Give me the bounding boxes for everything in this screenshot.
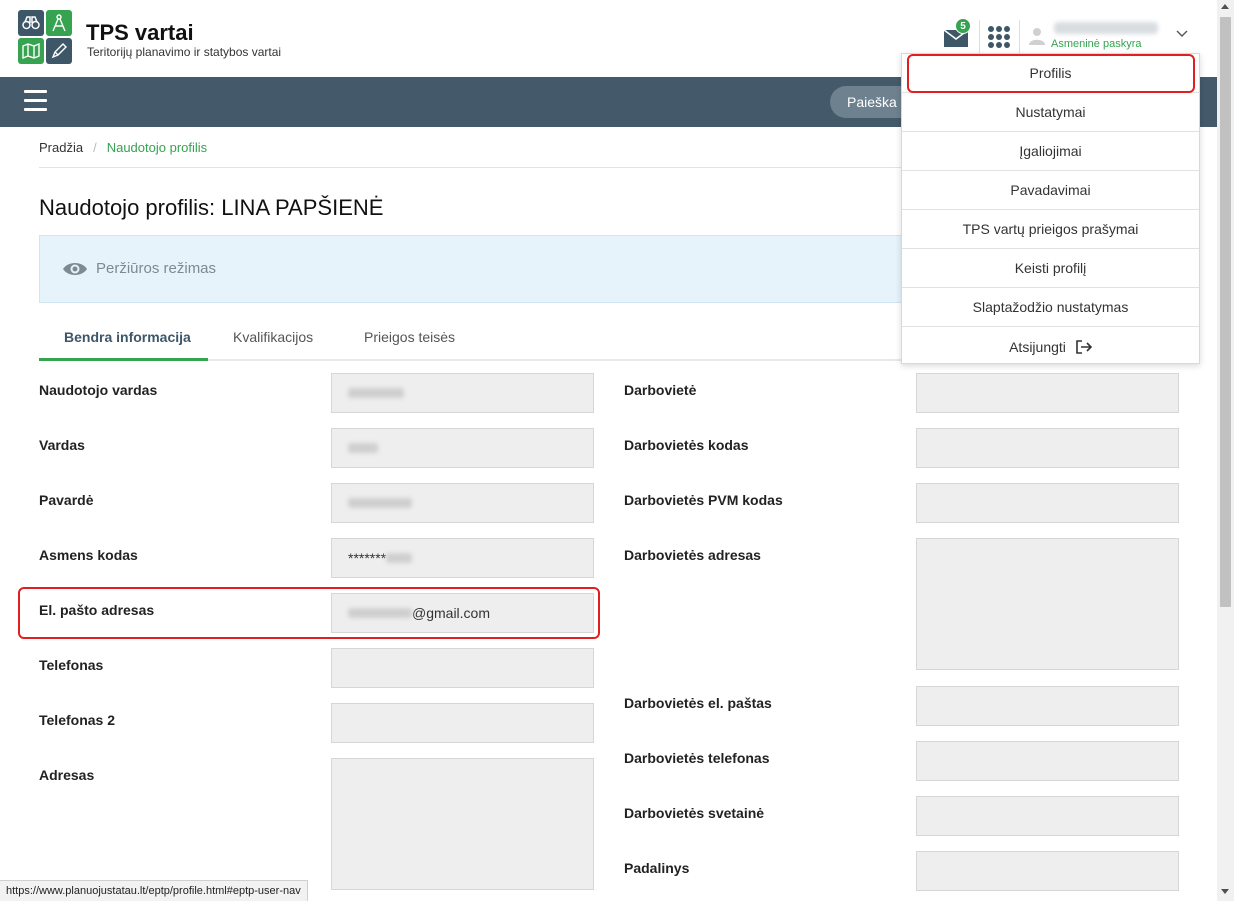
tab-general-info[interactable]: Bendra informacija [64,329,191,345]
redacted-value [348,388,404,398]
logout-label: Atsijungti [1009,338,1066,355]
personal-code-field[interactable]: ******* [331,538,594,578]
department-field[interactable] [916,851,1179,891]
account-type[interactable]: Asmeninė paskyra [1051,38,1142,50]
menu-item-change-profile[interactable]: Keisti profilį [902,249,1199,288]
browser-status-bar: https://www.planuojustatau.lt/eptp/profi… [0,880,308,901]
field-label-username: Naudotojo vardas [39,382,158,398]
workplace-address-field[interactable] [916,538,1179,670]
tab-access-rights[interactable]: Prieigos teisės [364,329,455,345]
field-label-workplace-code: Darbovietės kodas [624,437,749,453]
username-field[interactable] [331,373,594,413]
scroll-down-arrow-icon[interactable] [1221,889,1229,894]
brand-subtitle: Teritorijų planavimo ir statybos vartai [87,45,282,59]
menu-item-substitutions[interactable]: Pavadavimai [902,171,1199,210]
user-name-redacted [1054,22,1158,34]
field-label-workplace-address: Darbovietės adresas [624,547,761,563]
field-label-phone: Telefonas [39,657,104,673]
workplace-email-field[interactable] [916,686,1179,726]
field-label-address: Adresas [39,767,95,783]
tab-qualifications[interactable]: Kvalifikacijos [233,329,313,345]
field-label-workplace-vat: Darbovietės PVM kodas [624,492,783,508]
phone-2-field[interactable] [331,703,594,743]
personal-code-value: ******* [348,550,387,566]
field-label-department: Padalinys [624,860,690,876]
workplace-code-field[interactable] [916,428,1179,468]
view-mode-notice: Peržiūros režimas [39,235,919,303]
breadcrumb-divider [39,167,919,168]
logout-icon [1076,339,1092,354]
view-mode-text: Peržiūros režimas [96,260,217,277]
apps-grid-icon[interactable] [988,26,1010,48]
map-icon [18,38,44,64]
eye-icon [63,263,87,275]
breadcrumb-separator: / [93,140,97,155]
header-divider [1019,20,1020,54]
profile-tabs: Bendra informacija Kvalifikacijos Prieig… [39,320,919,361]
field-label-workplace-website: Darbovietės svetainė [624,805,765,821]
field-label-last-name: Pavardė [39,492,94,508]
field-label-workplace-email: Darbovietės el. paštas [624,695,772,711]
workplace-vat-field[interactable] [916,483,1179,523]
breadcrumb: Pradžia / Naudotojo profilis [39,140,207,155]
field-label-personal-code: Asmens kodas [39,547,138,563]
menu-item-access-requests[interactable]: TPS vartų prieigos prašymai [902,210,1199,249]
scrollbar-thumb[interactable] [1220,17,1231,607]
brand-title[interactable]: TPS vartai [86,20,194,46]
pen-icon [46,38,72,64]
scroll-up-arrow-icon[interactable] [1221,4,1229,9]
field-label-workplace-phone: Darbovietės telefonas [624,750,770,766]
breadcrumb-current: Naudotojo profilis [106,140,208,155]
chevron-down-icon[interactable] [1176,30,1188,38]
field-label-workplace: Darbovietė [624,382,697,398]
menu-item-settings[interactable]: Nustatymai [902,93,1199,132]
workplace-phone-field[interactable] [916,741,1179,781]
compass-icon [46,10,72,36]
redacted-value [348,498,412,508]
workplace-field[interactable] [916,373,1179,413]
user-dropdown-menu: Profilis Nustatymai Įgaliojimai Pavadavi… [901,53,1200,364]
user-icon [1029,28,1045,45]
address-field[interactable] [331,758,594,890]
phone-field[interactable] [331,648,594,688]
menu-item-password-settings[interactable]: Slaptažodžio nustatymas [902,288,1199,327]
logo[interactable] [18,10,72,64]
page-title: Naudotojo profilis: LINA PAPŠIENĖ [39,195,384,220]
field-label-phone-2: Telefonas 2 [39,712,115,728]
mail-count-badge: 5 [955,18,971,34]
profile-highlight-box [907,54,1195,93]
hamburger-menu-icon[interactable] [24,90,47,112]
email-highlight-box [18,587,600,639]
redacted-value [348,443,378,453]
first-name-field[interactable] [331,428,594,468]
redacted-value [386,553,413,563]
page: TPS vartai Teritorijų planavimo ir staty… [0,0,1234,901]
binoculars-icon [18,10,44,36]
active-tab-indicator [39,358,208,361]
field-label-first-name: Vardas [39,437,85,453]
workplace-website-field[interactable] [916,796,1179,836]
header-divider [979,20,980,54]
last-name-field[interactable] [331,483,594,523]
menu-item-logout[interactable]: Atsijungti [902,327,1199,366]
breadcrumb-home[interactable]: Pradžia [39,140,83,155]
menu-item-authorizations[interactable]: Įgaliojimai [902,132,1199,171]
